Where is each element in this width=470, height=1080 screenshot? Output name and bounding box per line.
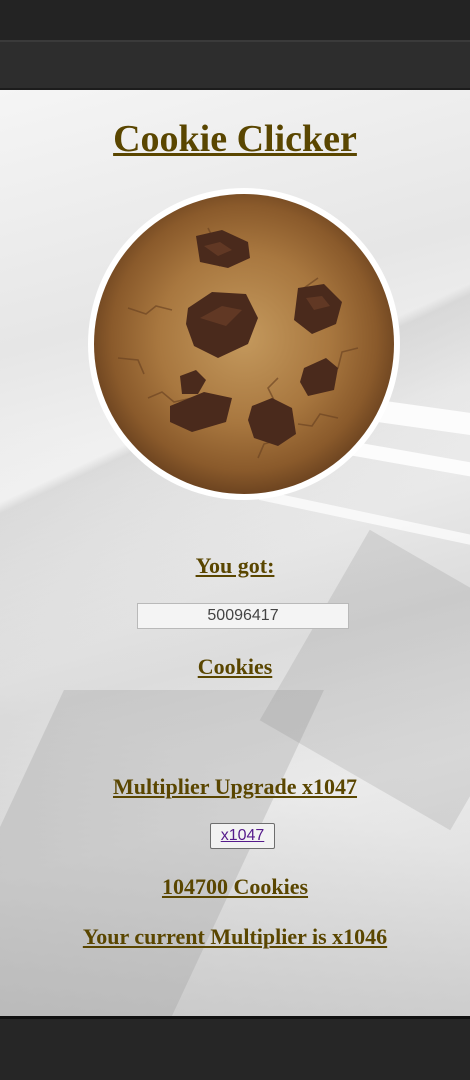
browser-top-bar <box>0 0 470 42</box>
browser-toolbar <box>0 42 470 90</box>
cookie-icon <box>94 194 394 494</box>
counter-label: You got: <box>195 553 275 578</box>
cookie-button[interactable] <box>88 188 400 500</box>
current-multiplier: Your current Multiplier is x1046 <box>82 924 388 949</box>
page-title: Cookie Clicker <box>113 118 357 160</box>
bottom-bar <box>0 1016 470 1080</box>
upgrade-button[interactable]: x1047 <box>210 823 275 849</box>
upgrade-title: Multiplier Upgrade x1047 <box>112 774 358 799</box>
counter-unit-label: Cookies <box>197 654 273 679</box>
upgrade-cost: 104700 Cookies <box>161 874 309 899</box>
cookie-count-field[interactable] <box>137 603 349 629</box>
